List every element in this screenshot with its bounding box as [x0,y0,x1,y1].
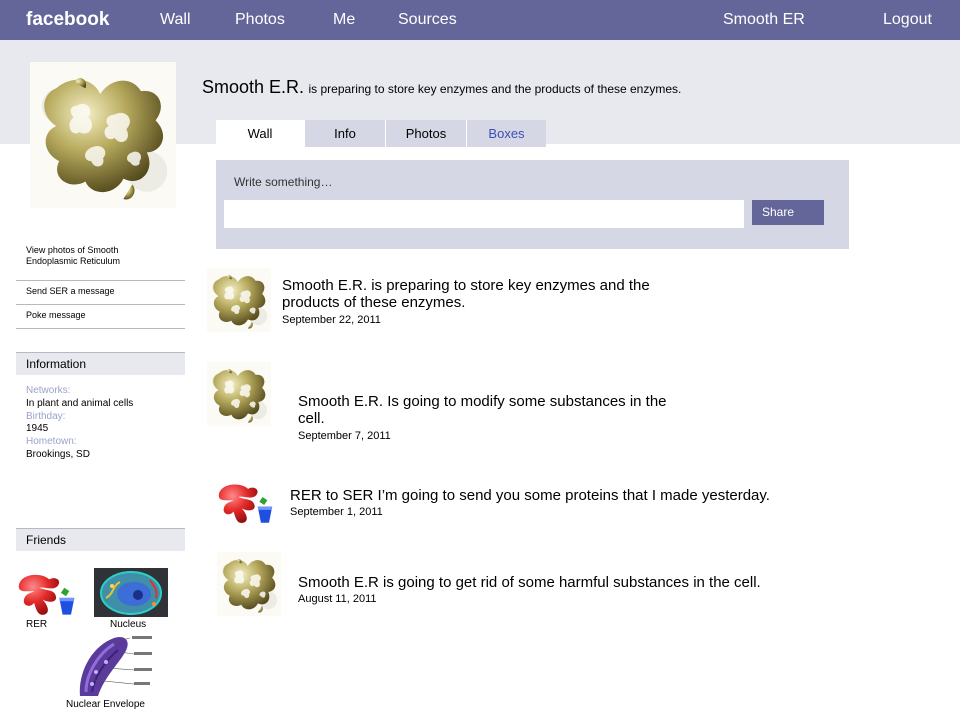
sidebar-link-view-photos[interactable]: View photos of Smooth Endoplasmic Reticu… [16,243,185,281]
tab-info[interactable]: Info [304,120,385,147]
post-author-picture[interactable] [217,552,281,622]
friend-rer-image[interactable] [8,566,82,618]
birthday-label: Birthday: [26,410,66,422]
profile-tabs: Wall Info Photos Boxes [216,120,546,147]
compose-input[interactable] [224,200,744,228]
profile-status-text: is preparing to store key enzymes and th… [308,82,682,96]
smooth-er-image [30,62,176,208]
sidebar-link-poke[interactable]: Poke message [16,305,185,329]
nav-profile-name[interactable]: Smooth ER [723,11,805,29]
friend-nuclear-envelope-image[interactable] [74,632,156,698]
compose-label: Write something… [234,175,333,189]
nucleus-icon [94,568,168,617]
wall-post-text: RER to SER I’m going to send you some pr… [290,487,770,504]
rer-icon [218,484,273,523]
rer-icon [18,574,75,615]
friend-nucleus-label[interactable]: Nucleus [110,619,146,630]
birthday-value: 1945 [26,423,49,435]
nav-logout[interactable]: Logout [883,11,932,29]
tab-photos[interactable]: Photos [385,120,466,147]
nav-me[interactable]: Me [333,11,355,29]
post-author-picture[interactable] [207,476,281,526]
smooth-er-icon [207,362,271,427]
wall-post-date[interactable]: September 22, 2011 [282,314,381,326]
smooth-er-icon [207,268,271,333]
nuclear-envelope-icon [79,636,152,696]
information-header: Information [16,352,185,375]
top-nav-bar: facebook Wall Photos Me Sources Smooth E… [0,0,960,40]
facebook-logo[interactable]: facebook [26,9,109,31]
hometown-value: Brookings, SD [26,448,90,460]
nav-photos[interactable]: Photos [235,11,285,29]
profile-name: Smooth E.R. [202,77,305,97]
friends-header: Friends [16,528,185,551]
wall-post-text: Smooth E.R is going to get rid of some h… [298,574,761,591]
friend-rer-label[interactable]: RER [26,619,47,630]
post-author-picture[interactable] [207,362,271,432]
wall-post-date[interactable]: September 1, 2011 [290,506,383,518]
networks-value: In plant and animal cells [26,397,134,409]
compose-box: Write something… Share [216,160,849,249]
hometown-label: Hometown: [26,436,77,448]
wall-post-date[interactable]: September 7, 2011 [298,430,391,442]
tab-wall[interactable]: Wall [216,120,304,147]
sidebar-link-send-message[interactable]: Send SER a message [16,281,185,305]
post-author-picture[interactable] [207,268,271,338]
networks-label: Networks: [26,385,71,396]
nav-sources[interactable]: Sources [398,11,457,29]
smooth-er-icon [217,552,281,617]
wall-post-text: Smooth E.R. Is going to modify some subs… [298,393,667,427]
sidebar-link-label: View photos of Smooth Endoplasmic Reticu… [26,245,121,266]
profile-status: Smooth E.R. is preparing to store key en… [202,77,681,98]
tab-boxes[interactable]: Boxes [466,120,546,147]
information-details: Networks: In plant and animal cells Birt… [26,385,133,462]
nav-wall[interactable]: Wall [160,11,191,29]
share-button[interactable]: Share [752,200,824,225]
friend-nucleus-image[interactable] [94,568,168,617]
friend-nuclear-envelope-label[interactable]: Nuclear Envelope [66,699,145,710]
wall-post-date[interactable]: August 11, 2011 [298,593,377,605]
profile-picture[interactable] [30,62,176,218]
wall-post-text: Smooth E.R. is preparing to store key en… [282,277,650,311]
